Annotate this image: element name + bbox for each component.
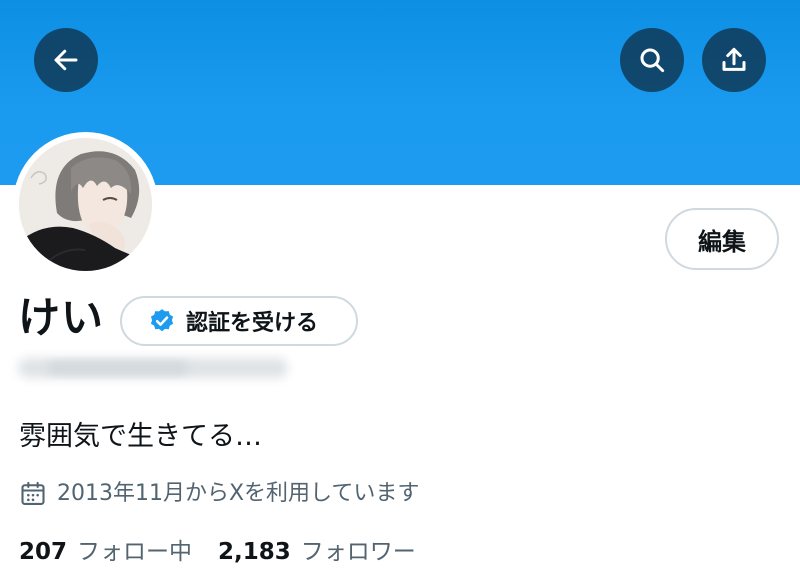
profile-bio: 雰囲気で生きてる… xyxy=(19,421,262,452)
get-verified-label: 認証を受ける xyxy=(186,311,319,336)
joined-text: 2013年11月からXを利用しています xyxy=(57,481,420,506)
username-redacted xyxy=(8,346,308,390)
get-verified-button[interactable]: 認証を受ける xyxy=(120,296,358,346)
avatar[interactable] xyxy=(13,132,158,277)
search-button[interactable] xyxy=(620,28,684,92)
avatar-image xyxy=(19,138,152,271)
followers-link[interactable]: 2,183 フォロワー xyxy=(218,534,416,570)
back-button[interactable] xyxy=(34,28,98,92)
edit-profile-label: 編集 xyxy=(698,227,746,256)
followers-count: 2,183 xyxy=(218,539,291,565)
arrow-left-icon xyxy=(54,49,78,71)
following-count: 207 xyxy=(19,539,68,565)
search-icon xyxy=(640,48,665,73)
following-label: フォロー中 xyxy=(77,539,193,565)
follow-stats: 207 フォロー中 2,183 フォロワー xyxy=(19,534,442,570)
share-button[interactable] xyxy=(702,28,766,92)
joined-date: 2013年11月からXを利用しています xyxy=(19,478,419,510)
display-name: けい xyxy=(18,293,105,342)
edit-profile-button[interactable]: 編集 xyxy=(665,208,779,270)
followers-label: フォロワー xyxy=(300,539,416,565)
share-icon xyxy=(722,47,746,71)
verified-badge-icon xyxy=(150,309,174,332)
following-link[interactable]: 207 フォロー中 xyxy=(19,534,192,570)
calendar-icon xyxy=(21,481,45,505)
